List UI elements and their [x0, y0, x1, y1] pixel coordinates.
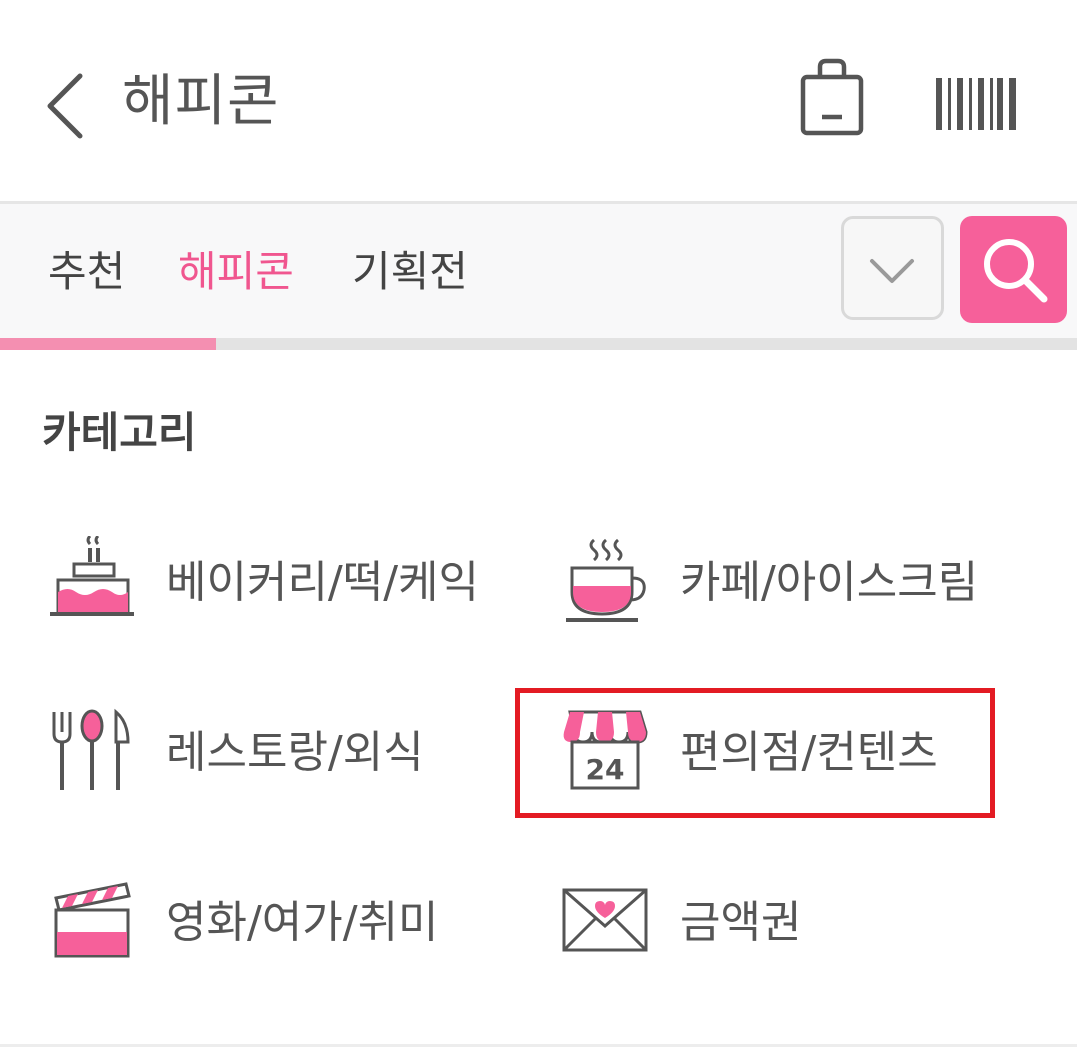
active-tab-indicator: [0, 338, 216, 350]
category-restaurant[interactable]: 레스토랑/외식: [46, 706, 466, 806]
category-gift-card[interactable]: 금액권: [560, 876, 860, 976]
barcode-icon: [936, 78, 1016, 130]
coffee-cup-icon: [566, 538, 646, 622]
category-label: 베이커리/떡/케익: [166, 557, 480, 608]
search-button[interactable]: [960, 216, 1067, 323]
envelope-heart-icon: [562, 888, 648, 952]
cake-icon: [50, 536, 134, 616]
chevron-down-icon: [870, 259, 914, 283]
category-section-title: 카테고리: [42, 408, 197, 457]
search-icon: [984, 239, 1048, 303]
category-cafe[interactable]: 카페/아이스크림: [560, 536, 1000, 636]
cutlery-icon: [52, 708, 130, 790]
category-bakery[interactable]: 베이커리/떡/케익: [46, 536, 496, 636]
category-movie-leisure[interactable]: 영화/여가/취미: [46, 876, 476, 976]
category-label: 카페/아이스크림: [680, 557, 979, 608]
shopping-bag-icon: [800, 58, 864, 136]
clapperboard-icon: [54, 882, 131, 958]
page-title: 해피콘: [122, 69, 280, 134]
selection-highlight-box: [515, 688, 995, 818]
bottom-divider: [0, 1044, 1077, 1047]
shopping-bag-button[interactable]: [798, 55, 868, 139]
category-label: 영화/여가/취미: [166, 897, 439, 948]
barcode-button[interactable]: [934, 74, 1022, 134]
category-label: 레스토랑/외식: [166, 727, 424, 778]
tab-promotions[interactable]: 기획전: [352, 244, 468, 300]
back-chevron-icon: [47, 73, 83, 139]
tab-happycon[interactable]: 해피콘: [178, 244, 294, 300]
tab-dropdown-button[interactable]: [841, 216, 944, 320]
app-header: 해피콘: [0, 0, 1077, 200]
back-button[interactable]: [40, 70, 100, 140]
tab-recommended[interactable]: 추천: [48, 244, 125, 300]
category-label: 금액권: [680, 897, 802, 948]
